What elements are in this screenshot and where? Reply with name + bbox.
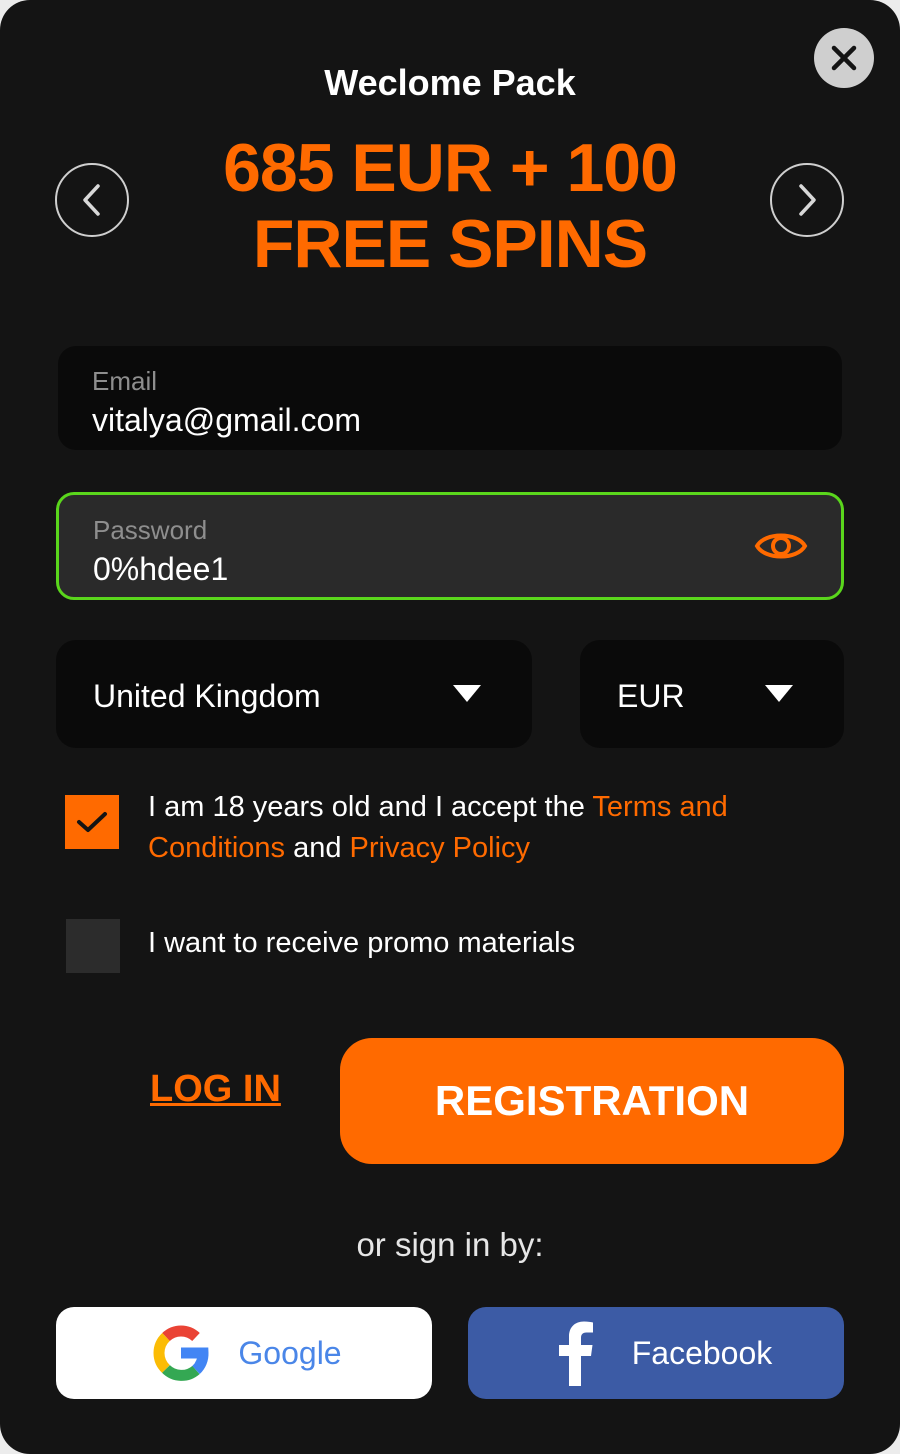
password-label: Password [93,515,208,545]
login-link[interactable]: LOG IN [150,1068,281,1111]
promo-checkbox[interactable] [66,919,120,973]
currency-select[interactable]: EUR [580,640,844,748]
modal-title: Weclome Pack [324,62,576,103]
terms-text-before: I am 18 years old and I accept the [148,791,593,823]
toggle-password-visibility-button[interactable] [753,521,809,571]
facebook-logo-icon [540,1318,610,1388]
country-select[interactable]: United Kingdom [56,640,532,748]
or-sign-in-text: or sign in by: [356,1226,544,1263]
facebook-label: Facebook [631,1334,773,1371]
caret-down-icon [765,685,793,702]
terms-text-middle: and [285,832,350,864]
promo-text: I want to receive promo materials [148,927,576,959]
terms-text: I am 18 years old and I accept the Terms… [148,787,768,869]
registration-modal: Weclome Pack 685 EUR + 100 FREE SPINS Em… [0,0,900,1454]
facebook-sign-in-button[interactable]: Facebook [468,1307,844,1399]
previous-offer-button[interactable] [55,163,129,237]
privacy-policy-link[interactable]: Privacy Policy [350,832,531,864]
registration-button[interactable]: REGISTRATION [340,1038,844,1164]
google-logo-icon [146,1318,216,1388]
checkmark-icon [77,812,107,832]
email-label: Email [92,366,158,396]
next-offer-button[interactable] [770,163,844,237]
terms-checkbox[interactable] [65,795,119,849]
google-sign-in-button[interactable]: Google [56,1307,432,1399]
google-label: Google [238,1334,342,1371]
bonus-free-spins: FREE SPINS [252,206,648,282]
country-value: United Kingdom [93,678,321,714]
caret-down-icon [453,685,481,702]
email-input[interactable] [92,402,732,439]
chevron-left-icon [83,184,100,216]
password-input[interactable] [93,551,733,588]
bonus-amount: 685 EUR + 100 [223,130,678,206]
bonus-headline: 685 EUR + 100 FREE SPINS [160,130,740,282]
email-field[interactable]: Email [58,346,842,450]
currency-value: EUR [617,678,685,714]
password-field[interactable]: Password [56,492,844,600]
eye-icon [754,533,808,559]
chevron-right-icon [799,184,816,216]
